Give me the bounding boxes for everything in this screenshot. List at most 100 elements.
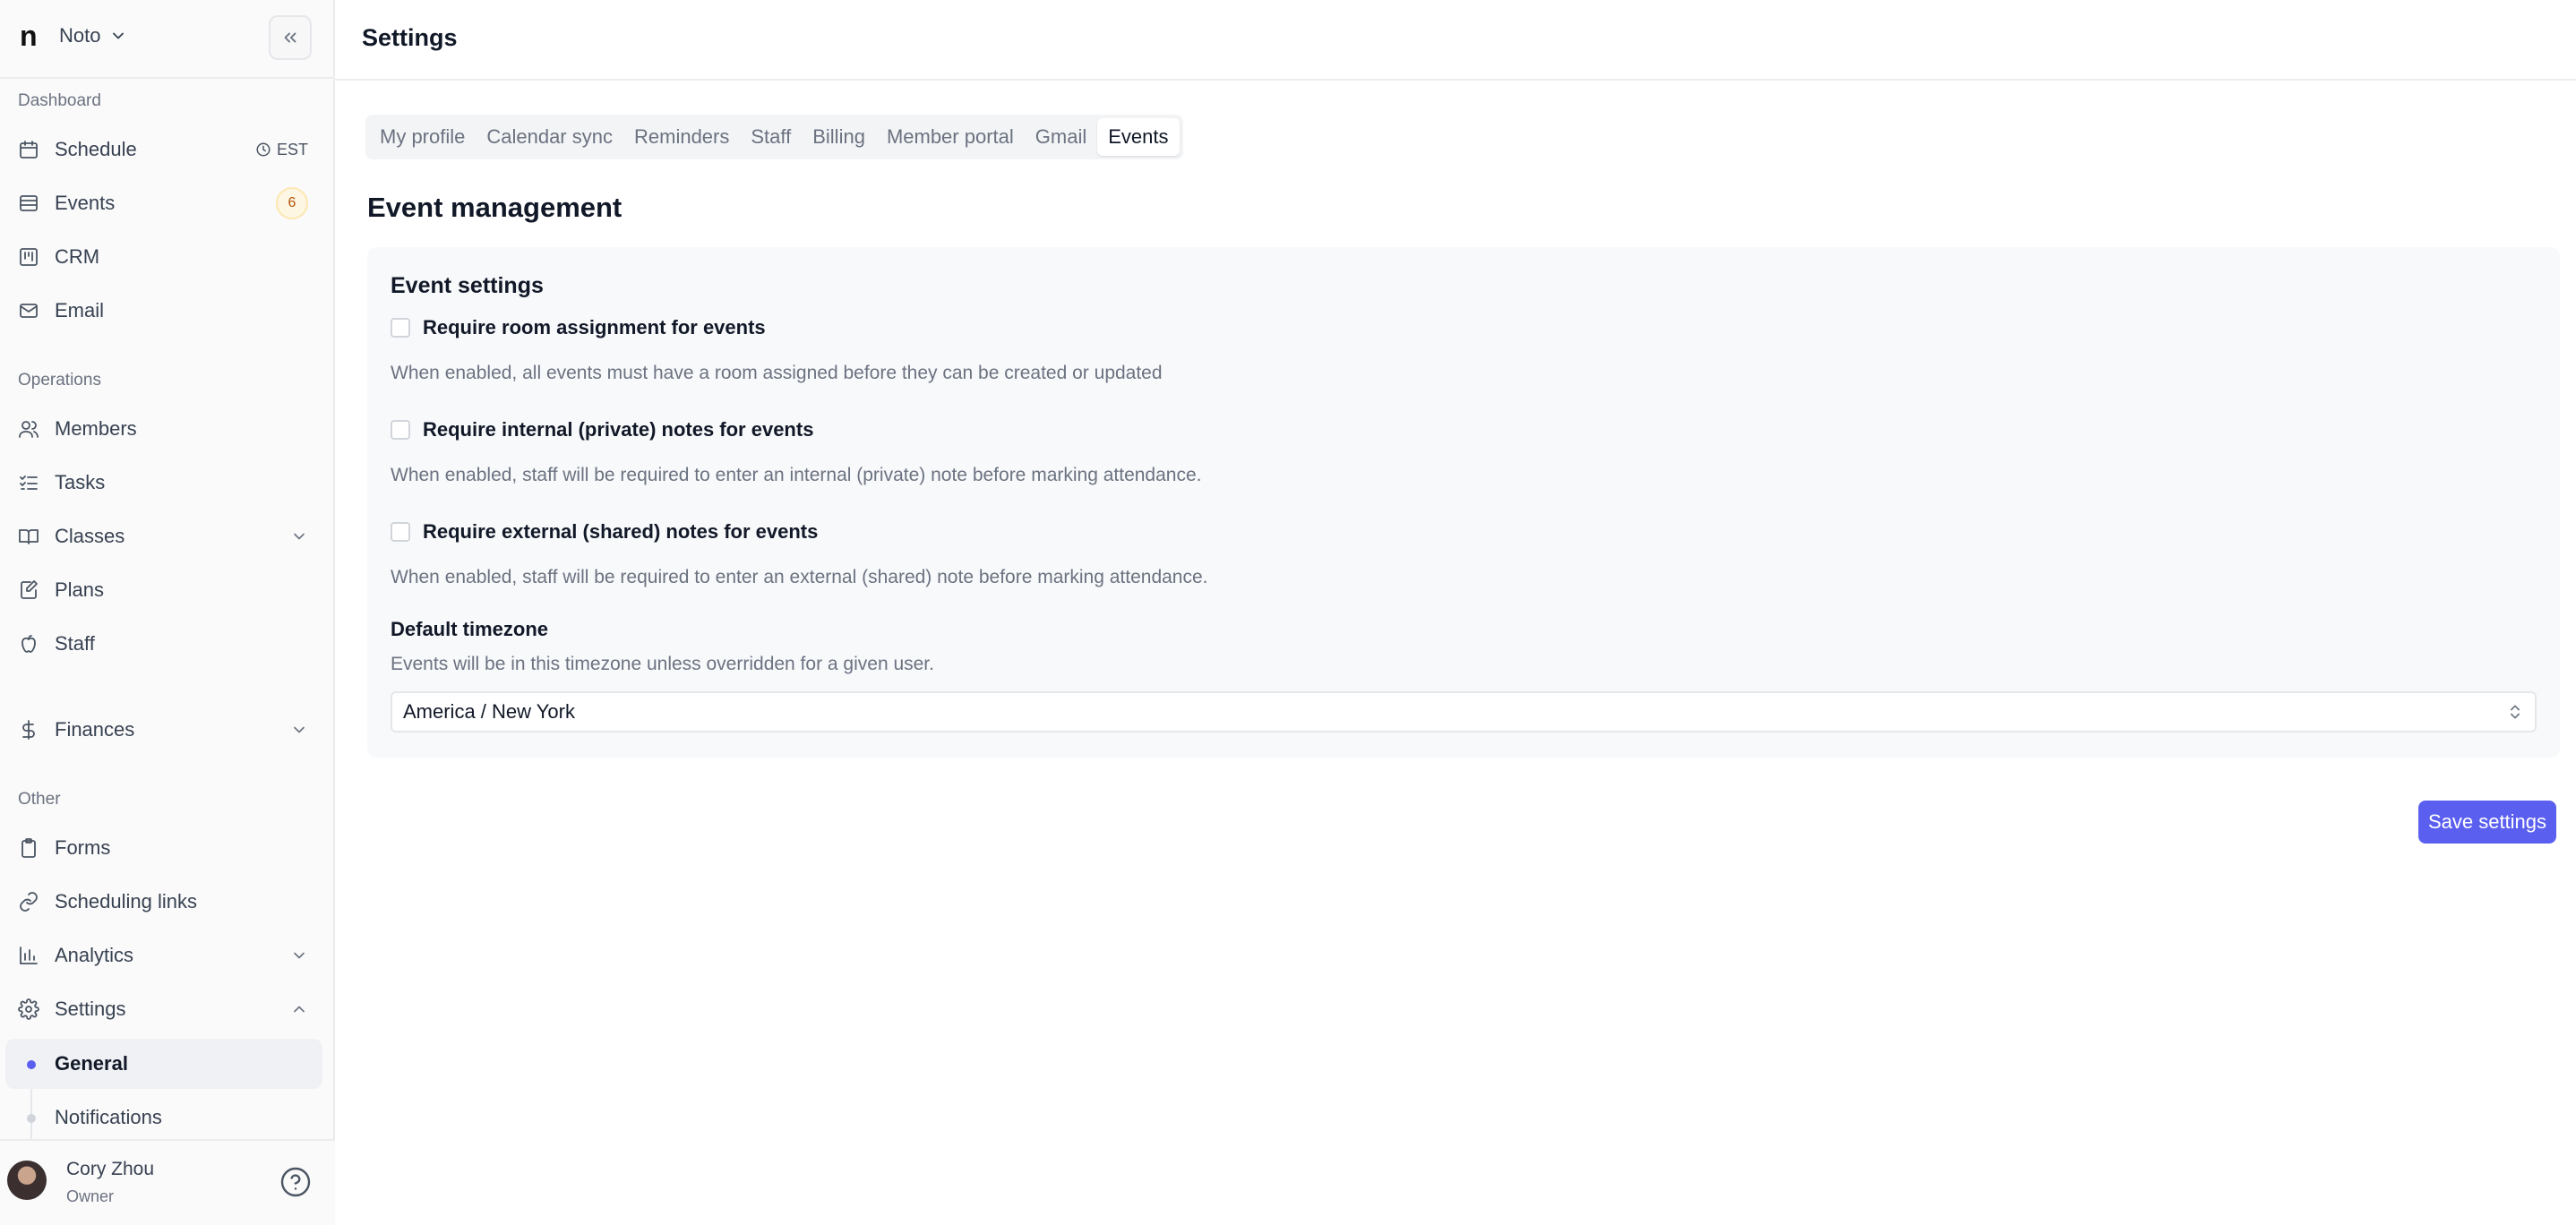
tab-events[interactable]: Events	[1097, 118, 1180, 156]
mail-icon	[18, 300, 39, 321]
settings-tabs: My profile Calendar sync Reminders Staff…	[365, 115, 1183, 159]
list-icon	[18, 193, 39, 214]
gear-icon	[18, 998, 39, 1020]
save-settings-button[interactable]: Save settings	[2418, 801, 2556, 844]
avatar[interactable]	[7, 1161, 47, 1200]
users-icon	[18, 418, 39, 440]
workspace-logo: n	[20, 20, 38, 52]
book-open-icon	[18, 526, 39, 547]
user-name: Cory Zhou	[66, 1159, 155, 1179]
sidebar-item-analytics[interactable]: Analytics	[0, 932, 335, 979]
sidebar-item-tasks[interactable]: Tasks	[0, 459, 335, 506]
tab-my-profile[interactable]: My profile	[369, 118, 476, 156]
bar-chart-icon	[18, 945, 39, 966]
sidebar-item-email[interactable]: Email	[0, 287, 335, 334]
option-help-text: When enabled, staff will be required to …	[391, 567, 1208, 587]
sidebar-item-label: Classes	[55, 525, 125, 547]
indicator-dot	[27, 1114, 36, 1123]
sidebar-item-staff[interactable]: Staff	[0, 621, 335, 667]
timezone-help-text: Events will be in this timezone unless o…	[391, 654, 934, 674]
external-notes-checkbox[interactable]	[391, 522, 410, 542]
chevron-down-icon	[113, 32, 125, 39]
chevrons-up-down-icon	[2511, 705, 2520, 719]
sidebar-item-label: Tasks	[55, 471, 106, 493]
help-button[interactable]	[279, 1166, 312, 1198]
sidebar-item-label: Settings	[55, 998, 126, 1020]
collapse-sidebar-button[interactable]	[269, 15, 312, 60]
link-icon	[18, 891, 39, 912]
tab-billing[interactable]: Billing	[802, 118, 876, 156]
sidebar-item-label: Finances	[55, 718, 135, 741]
sidebar-item-forms[interactable]: Forms	[0, 825, 335, 871]
checklist-icon	[18, 472, 39, 493]
tab-staff[interactable]: Staff	[740, 118, 802, 156]
sidebar-item-schedule[interactable]: Schedule EST	[0, 126, 335, 173]
option-room-assignment[interactable]: Require room assignment for events	[391, 313, 766, 342]
sidebar-item-label: Forms	[55, 836, 111, 859]
tab-gmail[interactable]: Gmail	[1025, 118, 1097, 156]
calendar-icon	[18, 139, 39, 160]
sidebar-item-plans[interactable]: Plans	[0, 567, 335, 613]
option-label: Require external (shared) notes for even…	[423, 520, 819, 543]
clipboard-icon	[18, 837, 39, 859]
page-title: Settings	[362, 24, 458, 51]
sidebar-item-members[interactable]: Members	[0, 406, 335, 452]
option-internal-notes[interactable]: Require internal (private) notes for eve…	[391, 415, 813, 444]
sidebar-subitem-label: Notifications	[55, 1106, 162, 1128]
user-role: Owner	[66, 1187, 115, 1205]
sidebar-item-crm[interactable]: CRM	[0, 234, 335, 280]
timezone-select-value: America / New York	[403, 700, 575, 723]
sidebar-subitem-general[interactable]: General	[5, 1039, 322, 1089]
file-edit-icon	[18, 579, 39, 601]
room-assignment-checkbox[interactable]	[391, 318, 410, 338]
sidebar-item-label: Members	[55, 417, 137, 440]
sidebar-item-label: Analytics	[55, 944, 134, 966]
timezone-label: EST	[276, 140, 308, 158]
section-label-operations: Operations	[18, 371, 101, 390]
tab-member-portal[interactable]: Member portal	[876, 118, 1025, 156]
sidebar-item-settings[interactable]: Settings	[0, 986, 335, 1032]
sidebar-item-scheduling-links[interactable]: Scheduling links	[0, 878, 335, 925]
sidebar-subitem-notifications[interactable]: Notifications	[5, 1092, 322, 1143]
chevron-down-icon	[294, 726, 305, 733]
active-indicator-dot	[27, 1060, 36, 1069]
sidebar: n Noto Dashboard Schedule EST Events 6 C…	[0, 0, 335, 1225]
sidebar-item-label: Staff	[55, 632, 95, 655]
timezone-label: Default timezone	[391, 618, 549, 640]
dollar-icon	[18, 719, 39, 741]
sidebar-item-finances[interactable]: Finances	[0, 707, 335, 753]
user-footer: Cory Zhou Owner	[0, 1139, 335, 1225]
sidebar-item-label: Events	[55, 192, 116, 214]
workspace-name: Noto	[59, 24, 101, 47]
internal-notes-checkbox[interactable]	[391, 420, 410, 440]
sidebar-item-events[interactable]: Events 6	[0, 180, 335, 227]
workspace-switcher[interactable]: Noto	[59, 21, 127, 50]
sidebar-item-classes[interactable]: Classes	[0, 513, 335, 560]
timezone-select[interactable]: America / New York	[391, 691, 2537, 732]
tab-calendar-sync[interactable]: Calendar sync	[476, 118, 623, 156]
sidebar-item-label: Plans	[55, 578, 105, 601]
sidebar-item-label: Email	[55, 299, 105, 321]
option-help-text: When enabled, staff will be required to …	[391, 465, 1202, 485]
section-label-dashboard: Dashboard	[18, 91, 101, 110]
chevrons-left-icon	[284, 32, 296, 43]
timezone-indicator: EST	[255, 126, 308, 173]
option-label: Require room assignment for events	[423, 316, 766, 338]
main-content: Settings My profile Calendar sync Remind…	[335, 0, 2576, 1225]
section-label-other: Other	[18, 790, 61, 809]
sidebar-subitem-label: General	[55, 1052, 128, 1075]
app-root: n Noto Dashboard Schedule EST Events 6 C…	[0, 0, 2576, 1225]
events-count-badge: 6	[276, 187, 308, 219]
workspace-header: n Noto	[0, 0, 333, 79]
apple-icon	[18, 633, 39, 655]
sidebar-item-label: CRM	[55, 245, 100, 268]
tab-reminders[interactable]: Reminders	[623, 118, 740, 156]
card-title: Event settings	[391, 273, 544, 298]
chevron-down-icon	[294, 533, 305, 540]
clock-icon	[256, 142, 270, 157]
section-title: Event management	[367, 192, 623, 223]
option-external-notes[interactable]: Require external (shared) notes for even…	[391, 518, 818, 546]
kanban-icon	[18, 246, 39, 268]
help-circle-icon	[280, 1167, 311, 1197]
event-settings-card: Event settings Require room assignment f…	[367, 247, 2560, 758]
